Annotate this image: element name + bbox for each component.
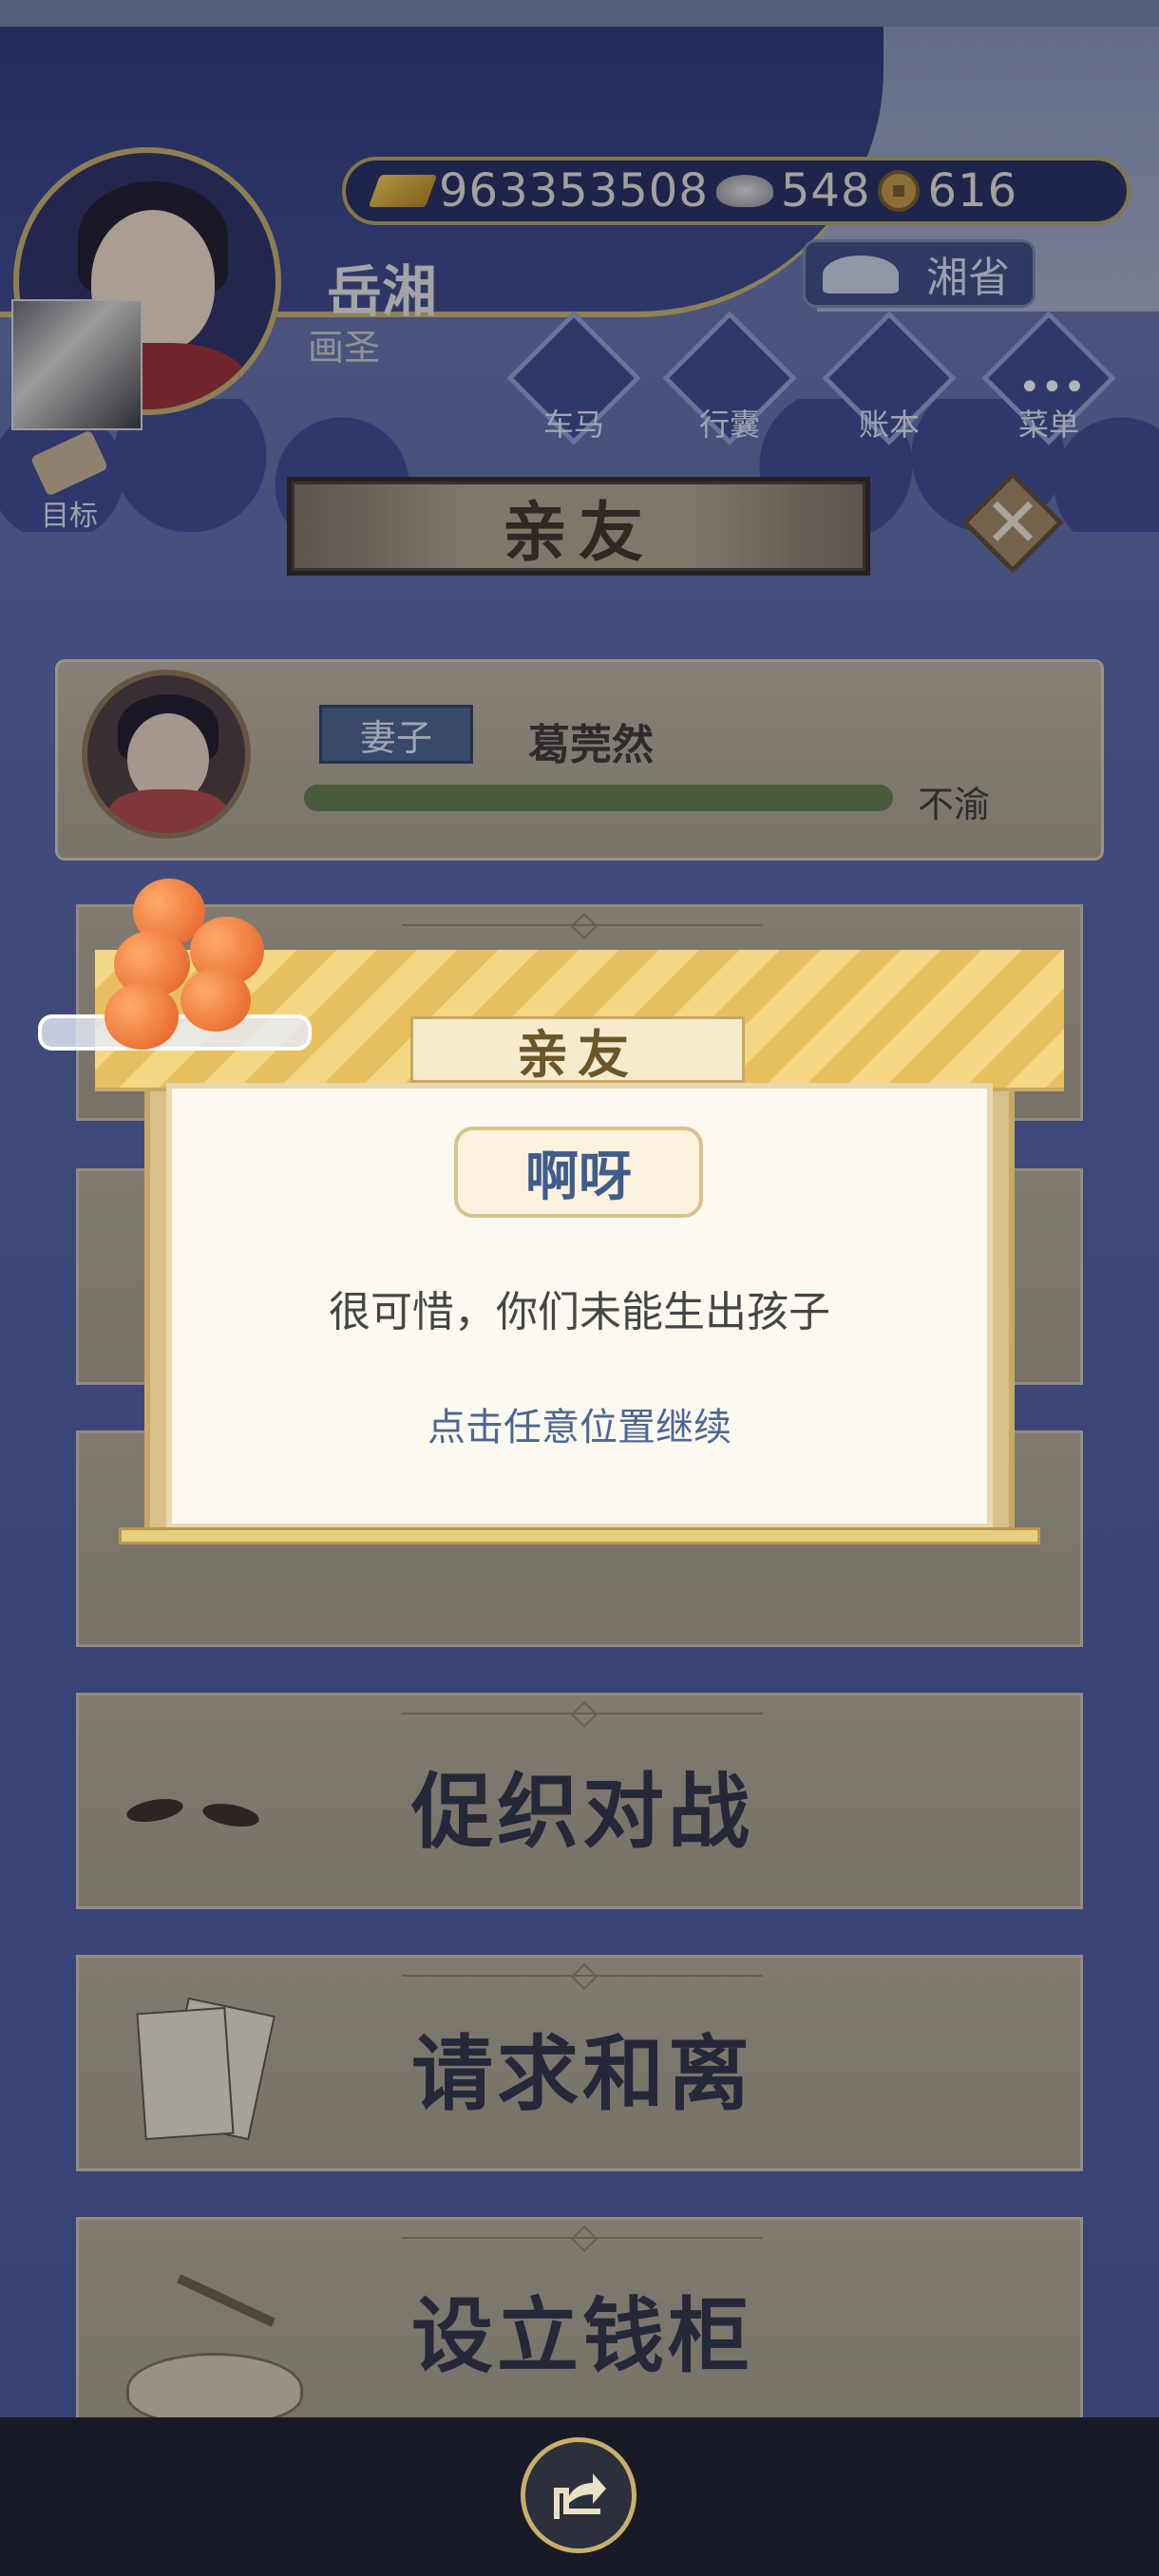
dialog-message: 很可惜，你们未能生出孩子 xyxy=(329,1288,830,1336)
candied-haws-icon xyxy=(95,869,294,1078)
dialog-tab: 亲友 xyxy=(410,1016,745,1085)
share-icon xyxy=(554,2473,606,2519)
dialog-base xyxy=(119,1527,1040,1544)
continue-hint[interactable]: 点击任意位置继续 xyxy=(166,1396,993,1451)
dialog-title: 啊呀 xyxy=(454,1127,703,1218)
share-button[interactable] xyxy=(521,2437,636,2553)
game-scene: 963353508 548 616 岳湘 画圣 湘省 车马 行囊 账本 ••• … xyxy=(0,0,1159,2417)
